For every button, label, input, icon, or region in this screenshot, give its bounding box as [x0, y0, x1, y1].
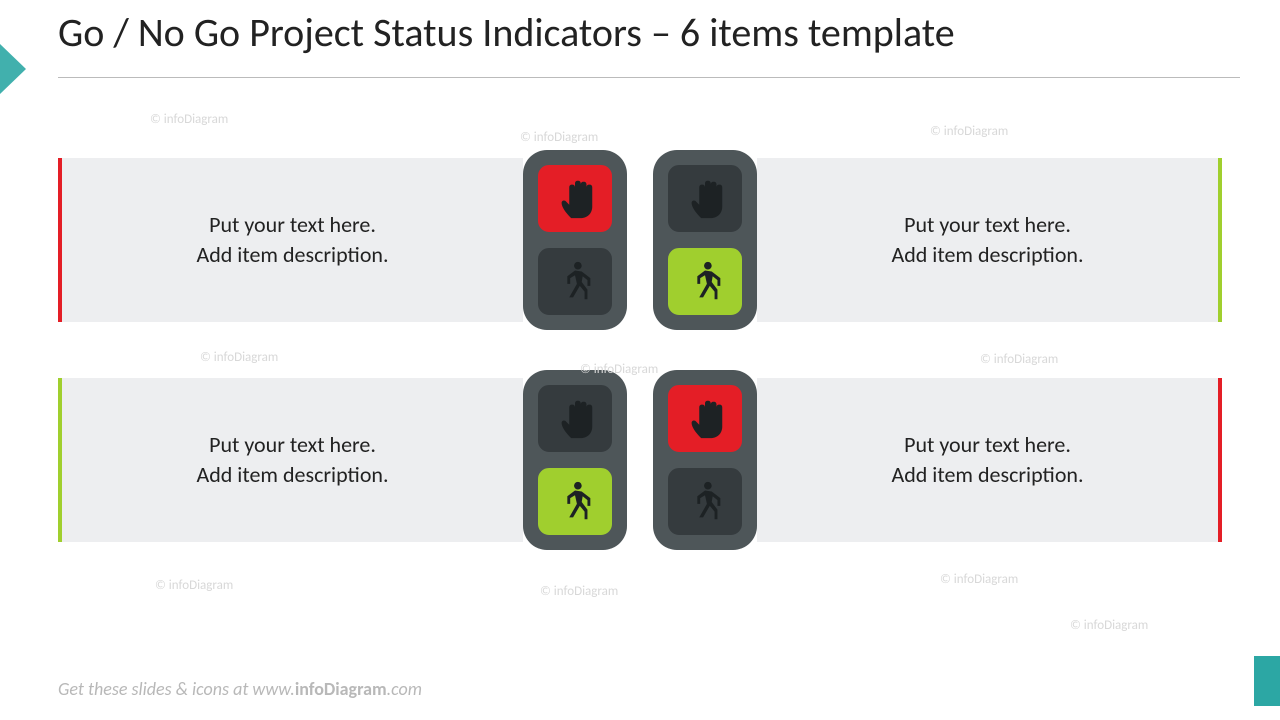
item-text-line1: Put your text here.: [209, 430, 376, 460]
footer-suffix: .com: [387, 678, 422, 700]
item-textbox: Put your text here. Add item description…: [58, 158, 523, 322]
indicator-rows: Put your text here. Add item description…: [58, 158, 1222, 542]
pedestrian-signal: [523, 150, 627, 330]
watermark: © infoDiagram: [1070, 618, 1148, 633]
walk-person-icon: [665, 245, 745, 318]
walk-person-icon: [535, 465, 615, 538]
watermark: © infoDiagram: [520, 130, 598, 145]
item-text-line1: Put your text here.: [904, 430, 1071, 460]
slide-title: Go / No Go Project Status Indicators – 6…: [58, 8, 1240, 78]
watermark: © infoDiagram: [540, 584, 618, 599]
stop-hand-icon: [535, 162, 615, 235]
indicator-row: Put your text here. Add item description…: [58, 378, 1222, 542]
footer-attribution: Get these slides & icons at www.infoDiag…: [58, 678, 422, 700]
stop-hand-icon: [665, 382, 745, 455]
indicator-row: Put your text here. Add item description…: [58, 158, 1222, 322]
slide-accent-right: [1254, 656, 1280, 706]
item-textbox: Put your text here. Add item description…: [757, 158, 1222, 322]
watermark: © infoDiagram: [940, 572, 1018, 587]
item-textbox: Put your text here. Add item description…: [757, 378, 1222, 542]
footer-prefix: Get these slides & icons at www.: [58, 678, 295, 700]
stop-hand-icon: [665, 162, 745, 235]
watermark: © infoDiagram: [155, 578, 233, 593]
walk-person-icon: [535, 245, 615, 318]
indicator-item: Put your text here. Add item description…: [653, 158, 1222, 322]
slide-accent-left: [0, 44, 26, 94]
indicator-item: Put your text here. Add item description…: [58, 378, 627, 542]
stop-hand-icon: [535, 382, 615, 455]
pedestrian-signal: [653, 150, 757, 330]
item-text-line2: Add item description.: [196, 240, 388, 270]
walk-person-icon: [665, 465, 745, 538]
indicator-item: Put your text here. Add item description…: [653, 378, 1222, 542]
item-text-line2: Add item description.: [891, 460, 1083, 490]
item-text-line1: Put your text here.: [904, 210, 1071, 240]
pedestrian-signal: [653, 370, 757, 550]
watermark: © infoDiagram: [150, 112, 228, 127]
footer-brand: infoDiagram: [295, 678, 387, 700]
item-textbox: Put your text here. Add item description…: [58, 378, 523, 542]
item-text-line1: Put your text here.: [209, 210, 376, 240]
indicator-item: Put your text here. Add item description…: [58, 158, 627, 322]
watermark: © infoDiagram: [930, 124, 1008, 139]
item-text-line2: Add item description.: [196, 460, 388, 490]
pedestrian-signal: [523, 370, 627, 550]
item-text-line2: Add item description.: [891, 240, 1083, 270]
